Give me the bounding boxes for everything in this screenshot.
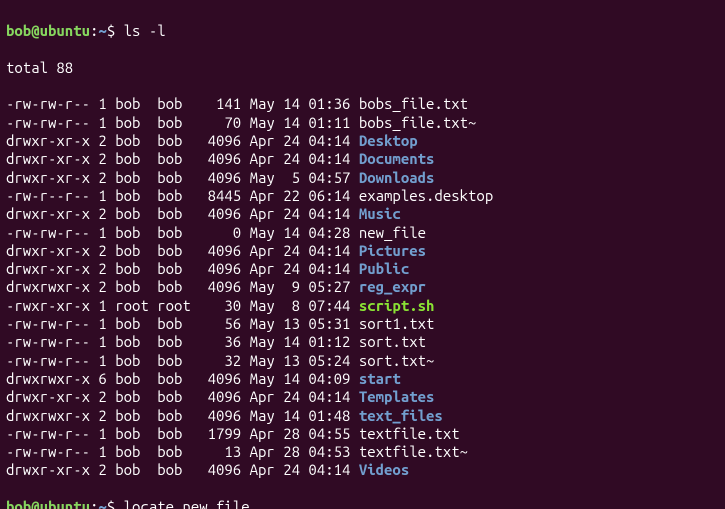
ls-row-filename: Videos (359, 461, 409, 478)
ls-row: drwxr-xr-x 2 bob bob 4096 Apr 24 04:14 T… (6, 388, 719, 406)
ls-row: -rw-rw-r-- 1 bob bob 1799 Apr 28 04:55 t… (6, 425, 719, 443)
ls-row-meta: -rw-r--r-- 1 bob bob 8445 Apr 22 06:14 (6, 187, 359, 204)
ls-row-meta: drwxr-xr-x 2 bob bob 4096 Apr 24 04:14 (6, 242, 359, 259)
ls-row-meta: -rw-rw-r-- 1 bob bob 70 May 14 01:11 (6, 114, 359, 131)
prompt-line-1: bob@ubuntu:~$ ls -l (6, 22, 719, 40)
prompt-host: ubuntu (40, 22, 90, 39)
ls-row-meta: -rw-rw-r-- 1 bob bob 13 Apr 28 04:53 (6, 443, 359, 460)
ls-row-filename: Documents (359, 150, 435, 167)
prompt-dollar: $ (107, 22, 124, 39)
ls-row: drwxr-xr-x 2 bob bob 4096 Apr 24 04:14 P… (6, 242, 719, 260)
ls-row-filename: Templates (359, 388, 435, 405)
ls-row: drwxr-xr-x 2 bob bob 4096 Apr 24 04:14 M… (6, 205, 719, 223)
command-ls: ls -l (124, 22, 166, 39)
ls-row-filename: examples.desktop (359, 187, 493, 204)
ls-row-filename: textfile.txt~ (359, 443, 468, 460)
ls-row-filename: start (359, 370, 401, 387)
ls-row-meta: drwxr-xr-x 2 bob bob 4096 Apr 24 04:14 (6, 150, 359, 167)
ls-row-filename: bobs_file.txt (359, 95, 468, 112)
ls-row: -rw-rw-r-- 1 bob bob 56 May 13 05:31 sor… (6, 315, 719, 333)
ls-row-filename: Music (359, 205, 401, 222)
command-locate-1: locate new_file (124, 498, 250, 509)
ls-row: drwxrwxr-x 2 bob bob 4096 May 9 05:27 re… (6, 278, 719, 296)
ls-row: drwxrwxr-x 2 bob bob 4096 May 14 01:48 t… (6, 407, 719, 425)
ls-row: drwxr-xr-x 2 bob bob 4096 Apr 24 04:14 V… (6, 461, 719, 479)
ls-row: -rw-rw-r-- 1 bob bob 141 May 14 01:36 bo… (6, 95, 719, 113)
ls-row-meta: -rw-rw-r-- 1 bob bob 32 May 13 05:24 (6, 352, 359, 369)
ls-row-filename: textfile.txt (359, 425, 460, 442)
ls-row-meta: drwxr-xr-x 2 bob bob 4096 Apr 24 04:14 (6, 461, 359, 478)
ls-row-filename: script.sh (359, 297, 435, 314)
ls-row-meta: -rw-rw-r-- 1 bob bob 0 May 14 04:28 (6, 224, 359, 241)
ls-row-meta: drwxr-xr-x 2 bob bob 4096 May 5 04:57 (6, 169, 359, 186)
ls-row: drwxr-xr-x 2 bob bob 4096 Apr 24 04:14 D… (6, 150, 719, 168)
ls-row-filename: Pictures (359, 242, 426, 259)
ls-row-filename: reg_expr (359, 278, 426, 295)
ls-row-meta: drwxrwxr-x 2 bob bob 4096 May 14 01:48 (6, 407, 359, 424)
ls-row: -rw-rw-r-- 1 bob bob 36 May 14 01:12 sor… (6, 333, 719, 351)
ls-row-meta: drwxr-xr-x 2 bob bob 4096 Apr 24 04:14 (6, 205, 359, 222)
prompt-line-2: bob@ubuntu:~$ locate new_file (6, 498, 719, 509)
ls-row: -rwxr-xr-x 1 root root 30 May 8 07:44 sc… (6, 297, 719, 315)
ls-row-filename: sort1.txt (359, 315, 435, 332)
ls-row-filename: Public (359, 260, 409, 277)
ls-row-filename: text_files (359, 407, 443, 424)
ls-row-meta: -rw-rw-r-- 1 bob bob 56 May 13 05:31 (6, 315, 359, 332)
ls-row-meta: -rw-rw-r-- 1 bob bob 36 May 14 01:12 (6, 333, 359, 350)
ls-row-meta: -rw-rw-r-- 1 bob bob 1799 Apr 28 04:55 (6, 425, 359, 442)
prompt-at: @ (31, 22, 39, 39)
ls-row-filename: bobs_file.txt~ (359, 114, 477, 131)
prompt-path: ~ (98, 22, 106, 39)
ls-row-filename: sort.txt (359, 333, 426, 350)
ls-row-meta: drwxr-xr-x 2 bob bob 4096 Apr 24 04:14 (6, 260, 359, 277)
ls-row: drwxrwxr-x 6 bob bob 4096 May 14 04:09 s… (6, 370, 719, 388)
terminal-window[interactable]: bob@ubuntu:~$ ls -l total 88 -rw-rw-r-- … (0, 0, 725, 509)
ls-row-filename: new_file (359, 224, 426, 241)
ls-row: drwxr-xr-x 2 bob bob 4096 May 5 04:57 Do… (6, 169, 719, 187)
ls-row-filename: Downloads (359, 169, 435, 186)
ls-row: drwxr-xr-x 2 bob bob 4096 Apr 24 04:14 D… (6, 132, 719, 150)
ls-row-meta: drwxrwxr-x 6 bob bob 4096 May 14 04:09 (6, 370, 359, 387)
ls-row: drwxr-xr-x 2 bob bob 4096 Apr 24 04:14 P… (6, 260, 719, 278)
ls-row: -rw-rw-r-- 1 bob bob 32 May 13 05:24 sor… (6, 352, 719, 370)
ls-row-meta: -rw-rw-r-- 1 bob bob 141 May 14 01:36 (6, 95, 359, 112)
ls-row: -rw-rw-r-- 1 bob bob 13 Apr 28 04:53 tex… (6, 443, 719, 461)
ls-row-meta: drwxrwxr-x 2 bob bob 4096 May 9 05:27 (6, 278, 359, 295)
prompt-user: bob (6, 22, 31, 39)
ls-row-filename: sort.txt~ (359, 352, 435, 369)
ls-row-filename: Desktop (359, 132, 418, 149)
ls-row: -rw-r--r-- 1 bob bob 8445 Apr 22 06:14 e… (6, 187, 719, 205)
ls-total-line: total 88 (6, 59, 719, 77)
ls-row-meta: drwxr-xr-x 2 bob bob 4096 Apr 24 04:14 (6, 388, 359, 405)
ls-row: -rw-rw-r-- 1 bob bob 70 May 14 01:11 bob… (6, 114, 719, 132)
ls-row-meta: -rwxr-xr-x 1 root root 30 May 8 07:44 (6, 297, 359, 314)
ls-row-meta: drwxr-xr-x 2 bob bob 4096 Apr 24 04:14 (6, 132, 359, 149)
ls-row: -rw-rw-r-- 1 bob bob 0 May 14 04:28 new_… (6, 224, 719, 242)
ls-listing: -rw-rw-r-- 1 bob bob 141 May 14 01:36 bo… (6, 95, 719, 479)
